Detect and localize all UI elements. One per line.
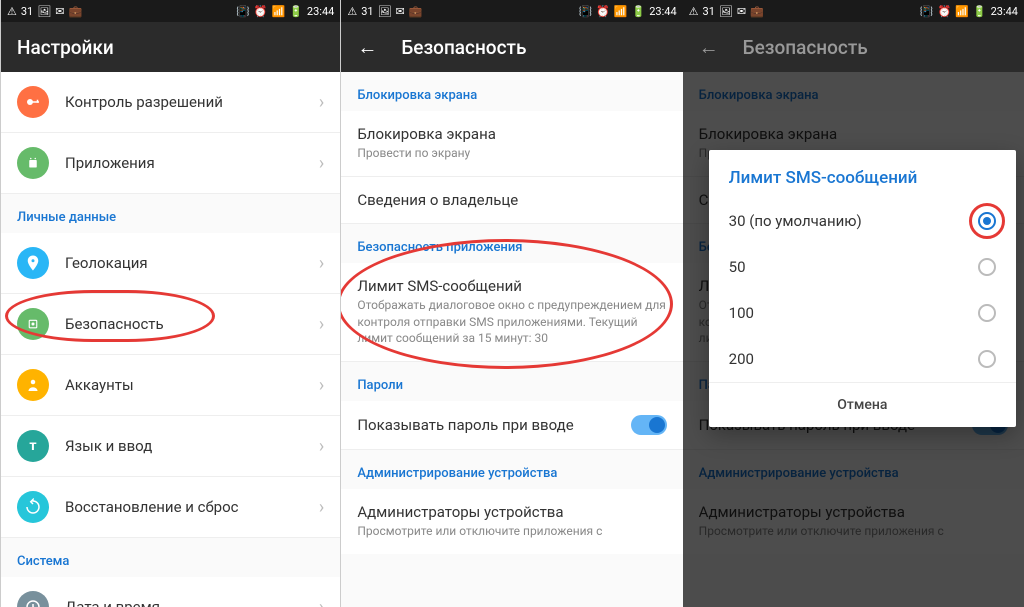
item-screenlock[interactable]: Блокировка экрана Провести по экрану	[341, 111, 682, 177]
label: Дата и время	[65, 598, 319, 607]
clock-icon	[17, 591, 49, 607]
label: Приложения	[65, 154, 319, 172]
appbar: ← Безопасность	[683, 22, 1024, 72]
back-button[interactable]: ←	[357, 35, 377, 60]
label: Аккаунты	[65, 376, 319, 394]
sublabel: Просмотрите или отключите приложения с	[357, 523, 666, 540]
option-label: 100	[729, 304, 754, 322]
section-lock: Блокировка экрана	[341, 72, 682, 111]
radio-icon	[978, 258, 996, 276]
security-list: Блокировка экрана Блокировка экрана Пров…	[341, 72, 682, 607]
radio-icon	[978, 304, 996, 322]
label: Контроль разрешений	[65, 93, 319, 111]
page-title: Безопасность	[743, 36, 868, 59]
chevron-icon: ›	[319, 92, 324, 113]
chevron-icon: ›	[319, 597, 324, 607]
item-accounts[interactable]: Аккаунты ›	[1, 355, 340, 416]
option-50[interactable]: 50	[709, 244, 1016, 290]
phone-2-security: ⚠31🖼✉💼 📳⏰📶🔋23:44 ← Безопасность Блокиров…	[341, 0, 682, 607]
section-passwords: Пароли	[341, 362, 682, 401]
section-personal: Личные данные	[1, 194, 340, 233]
chevron-icon: ›	[319, 314, 324, 335]
label: Сведения о владельце	[357, 191, 666, 209]
phone-1-settings: ⚠31🖼✉💼 📳⏰📶🔋23:44 Настройки Контроль разр…	[0, 0, 341, 607]
radio-icon	[978, 350, 996, 368]
item-admins[interactable]: Администраторы устройства Просмотрите ил…	[341, 489, 682, 554]
android-icon	[17, 147, 49, 179]
appbar: ← Безопасность	[341, 22, 682, 72]
option-label: 200	[729, 350, 754, 368]
phone-3-dialog: ⚠31🖼✉💼 📳⏰📶🔋23:44 ← Безопасность Блокиров…	[683, 0, 1024, 607]
key-icon	[17, 86, 49, 118]
page-title: Настройки	[17, 36, 114, 59]
section-admin: Администрирование устройства	[341, 450, 682, 489]
item-apps[interactable]: Приложения ›	[1, 133, 340, 194]
item-sms-limit[interactable]: Лимит SMS-сообщений Отображать диалогово…	[341, 263, 682, 362]
location-icon	[17, 247, 49, 279]
dialog-title: Лимит SMS-сообщений	[709, 150, 1016, 198]
option-100[interactable]: 100	[709, 290, 1016, 336]
restore-icon	[17, 491, 49, 523]
cancel-button[interactable]: Отмена	[709, 382, 1016, 427]
label: Восстановление и сброс	[65, 498, 319, 516]
option-label: 30 (по умолчанию)	[729, 212, 862, 230]
section-app: Безопасность приложения	[341, 224, 682, 263]
chevron-icon: ›	[319, 436, 324, 457]
item-backup[interactable]: Восстановление и сброс ›	[1, 477, 340, 538]
label: Лимит SMS-сообщений	[357, 277, 666, 295]
text-icon: т	[17, 430, 49, 462]
chevron-icon: ›	[319, 375, 324, 396]
sublabel: Провести по экрану	[357, 145, 666, 162]
toggle-switch[interactable]	[631, 415, 667, 435]
item-datetime[interactable]: Дата и время ›	[1, 577, 340, 607]
item-language[interactable]: т Язык и ввод ›	[1, 416, 340, 477]
option-label: 50	[729, 258, 746, 276]
shield-icon	[17, 308, 49, 340]
page-title: Безопасность	[401, 36, 526, 59]
option-30[interactable]: 30 (по умолчанию)	[709, 198, 1016, 244]
label: Показывать пароль при вводе	[357, 416, 630, 434]
radio-icon	[978, 212, 996, 230]
item-permissions[interactable]: Контроль разрешений ›	[1, 72, 340, 133]
settings-list: Контроль разрешений › Приложения › Личны…	[1, 72, 340, 607]
back-button[interactable]: ←	[699, 35, 719, 60]
label: Безопасность	[65, 315, 319, 333]
sublabel: Отображать диалоговое окно с предупрежде…	[357, 297, 666, 347]
item-security[interactable]: Безопасность ›	[1, 294, 340, 355]
chevron-icon: ›	[319, 497, 324, 518]
item-show-password[interactable]: Показывать пароль при вводе	[341, 401, 682, 450]
statusbar: ⚠31🖼✉💼 📳⏰📶🔋23:44	[683, 0, 1024, 22]
label: Блокировка экрана	[357, 125, 666, 143]
label: Администраторы устройства	[357, 503, 666, 521]
statusbar: ⚠31🖼✉💼 📳⏰📶🔋23:44	[1, 0, 340, 22]
chevron-icon: ›	[319, 153, 324, 174]
chevron-icon: ›	[319, 253, 324, 274]
statusbar: ⚠31🖼✉💼 📳⏰📶🔋23:44	[341, 0, 682, 22]
appbar: Настройки	[1, 22, 340, 72]
section-system: Система	[1, 538, 340, 577]
item-location[interactable]: Геолокация ›	[1, 233, 340, 294]
option-200[interactable]: 200	[709, 336, 1016, 382]
label: Язык и ввод	[65, 437, 319, 455]
label: Геолокация	[65, 254, 319, 272]
sms-limit-dialog: Лимит SMS-сообщений 30 (по умолчанию) 50…	[709, 150, 1016, 427]
person-icon	[17, 369, 49, 401]
item-owner[interactable]: Сведения о владельце	[341, 177, 682, 224]
